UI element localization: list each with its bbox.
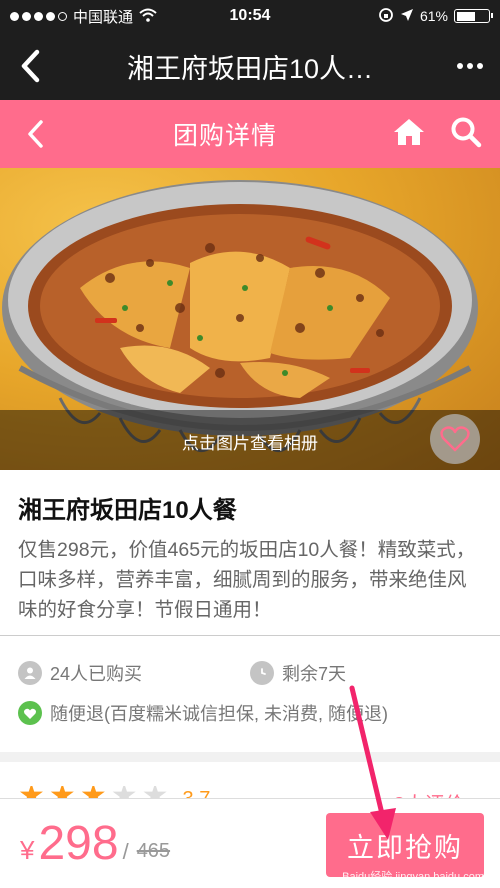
dish-photo[interactable]: 点击图片查看相册: [0, 168, 500, 470]
deal-info: 湘王府坂田店10人餐 仅售298元，价值465元的坂田店10人餐！精致菜式，口味…: [0, 470, 500, 635]
deal-header: 团购详情: [0, 100, 500, 168]
purchase-count-label: 24人已购买: [50, 664, 143, 684]
watermark: Baidu经验 jingyan.baidu.com: [342, 871, 484, 883]
more-dots-icon[interactable]: [440, 63, 500, 69]
currency-symbol: ¥: [20, 835, 35, 865]
rotation-lock-icon: [378, 7, 394, 26]
deal-price: 298: [38, 817, 119, 870]
home-icon[interactable]: [392, 117, 426, 152]
check-heart-icon: [18, 701, 42, 725]
status-right: 61%: [378, 7, 493, 26]
clock-icon: [250, 661, 274, 685]
header-back-button[interactable]: [0, 100, 70, 168]
header-title: 团购详情: [172, 122, 277, 150]
wifi-icon: [139, 8, 157, 25]
heart-icon: [440, 426, 470, 452]
top-bar: 中国联通 10:54 61% 湘王府坂田店10人…: [0, 0, 500, 100]
rating-row[interactable]: ★★★★★ 3.7 3人评价 >: [0, 762, 500, 816]
back-chevron-icon: [28, 120, 43, 148]
back-chevron-icon: [21, 49, 40, 83]
battery-icon: [454, 9, 493, 23]
bottom-purchase-bar: ¥ 298 / 465 立即抢购 Baidu经验 jingyan.baidu.c…: [0, 798, 500, 888]
location-icon: [400, 8, 414, 25]
favorite-button[interactable]: [430, 414, 480, 464]
refund-policy[interactable]: 随便退(百度糯米诚信担保, 未消费, 随便退): [18, 700, 388, 726]
purchase-count: 24人已购买: [18, 660, 142, 686]
deal-title: 湘王府坂田店10人餐: [18, 497, 237, 524]
header-actions: [380, 116, 500, 153]
time-remaining-label: 剩余7天: [282, 664, 347, 684]
deal-description: 仅售298元，价值465元的坂田店10人餐！精致菜式，口味多样，营养丰富，细腻周…: [18, 539, 476, 621]
original-price: 465: [136, 840, 171, 862]
deal-meta: 24人已购买 剩余7天 随便退(百度糯米诚信担保, 未消费, 随便退): [0, 636, 500, 752]
photo-caption[interactable]: 点击图片查看相册: [0, 429, 500, 454]
search-icon[interactable]: [450, 116, 482, 153]
nav-bar: 湘王府坂田店10人…: [0, 32, 500, 100]
user-icon: [18, 661, 42, 685]
refund-policy-label: 随便退(百度糯米诚信担保, 未消费, 随便退): [50, 704, 388, 724]
nav-title: 湘王府坂田店10人…: [126, 53, 374, 84]
price-separator: /: [122, 838, 129, 864]
time-remaining: 剩余7天: [250, 660, 346, 686]
signal-strength-icon: [10, 11, 67, 21]
battery-percent: 61%: [419, 8, 448, 24]
back-button[interactable]: [0, 32, 60, 100]
carrier-name: 中国联通: [73, 8, 134, 26]
status-bar: 中国联通 10:54 61%: [0, 0, 500, 32]
